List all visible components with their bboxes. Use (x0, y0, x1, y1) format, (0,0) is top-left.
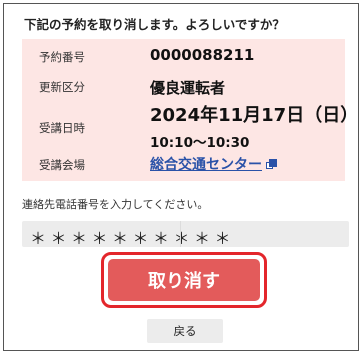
session-datetime-label: 受講日時 (39, 121, 85, 135)
venue-link-row[interactable]: 総合交通センター (150, 154, 277, 174)
back-button[interactable]: 戻る (147, 319, 223, 343)
input-divider (180, 221, 181, 247)
session-date-value: 2024年11月17日（日） (150, 105, 359, 126)
session-time-value: 10:10〜10:30 (150, 135, 250, 151)
dialog-frame: 下記の予約を取り消します。よろしいですか？ 予約番号 0000088211 更新… (3, 3, 359, 351)
renewal-class-label: 更新区分 (39, 80, 85, 94)
reservation-number-value: 0000088211 (150, 46, 255, 64)
reservation-card: 予約番号 0000088211 更新区分 優良運転者 受講日時 2024年11月… (22, 39, 358, 181)
phone-input-label: 連絡先電話番号を入力してください。 (22, 198, 209, 211)
phone-number-masked-value: ＊＊＊＊＊＊＊＊＊＊ (30, 229, 236, 248)
cancel-reservation-button[interactable]: 取り消す (108, 259, 260, 301)
external-link-icon[interactable] (266, 159, 277, 170)
venue-label: 受講会場 (39, 158, 85, 172)
confirm-prompt: 下記の予約を取り消します。よろしいですか？ (24, 17, 285, 32)
venue-link[interactable]: 総合交通センター (150, 157, 262, 173)
renewal-class-value: 優良運転者 (150, 79, 226, 97)
phone-number-input[interactable]: ＊＊＊＊＊＊＊＊＊＊ (22, 221, 349, 248)
reservation-number-label: 予約番号 (39, 50, 85, 64)
